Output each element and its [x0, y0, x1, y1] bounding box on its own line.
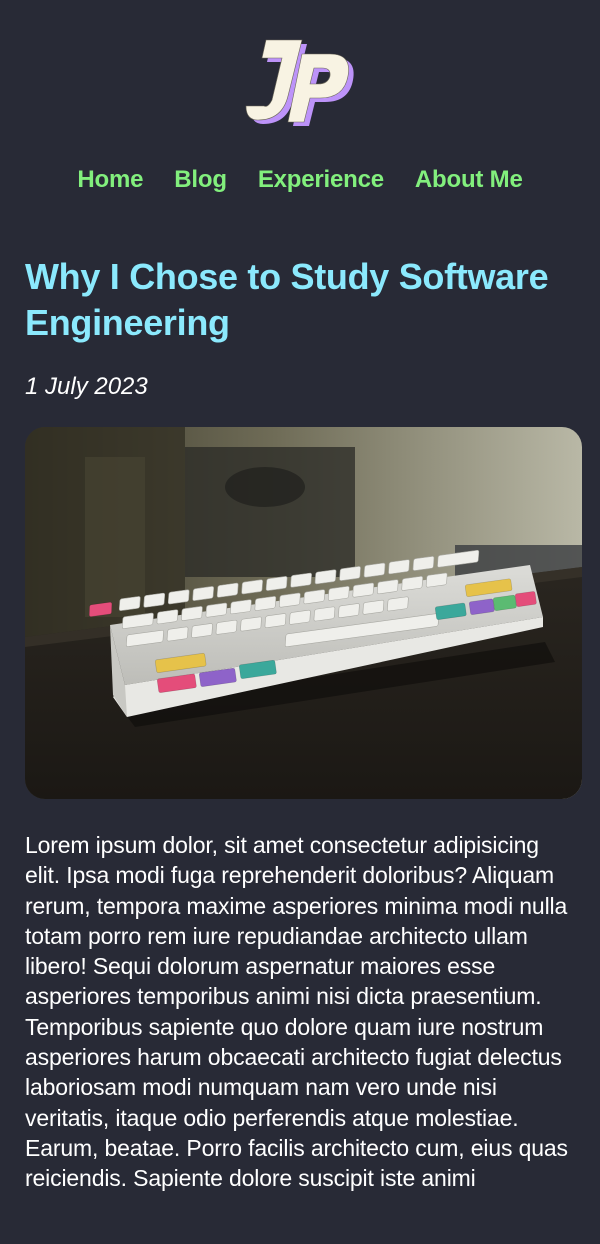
main-nav: Home Blog Experience About Me [0, 162, 600, 198]
nav-home-link[interactable]: Home [77, 162, 143, 198]
post-title: Why I Chose to Study Software Engineerin… [25, 256, 549, 343]
keyboard-photo-illustration [25, 427, 582, 799]
blog-post-page: Home Blog Experience About Me Why I Chos… [0, 0, 600, 1244]
post-body: Lorem ipsum dolor, sit amet consectetur … [25, 832, 568, 1192]
jp-monogram-logo-icon [245, 39, 354, 126]
nav-blog-link[interactable]: Blog [174, 162, 227, 198]
post-date: 1 July 2023 [25, 373, 148, 400]
nav-experience-link[interactable]: Experience [258, 162, 384, 198]
post-hero-image [25, 427, 582, 799]
nav-about-me-link[interactable]: About Me [415, 162, 523, 198]
site-logo[interactable] [244, 36, 358, 126]
